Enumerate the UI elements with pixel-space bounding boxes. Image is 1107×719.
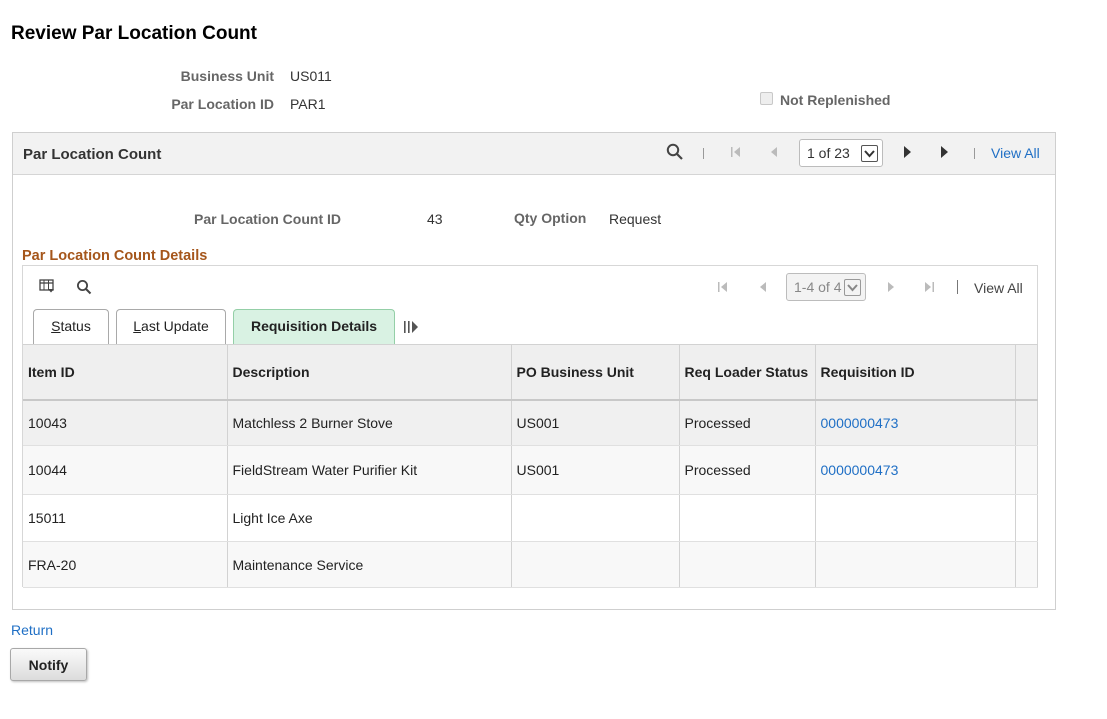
po-business-unit-cell: [511, 494, 680, 542]
chevron-down-icon[interactable]: [861, 145, 878, 162]
requisition-id-cell: 0000000473: [815, 399, 1016, 446]
table-header-row: Item ID Description PO Business Unit Req…: [23, 344, 1038, 401]
req-loader-status-cell: Processed: [679, 399, 816, 446]
business-unit-value: US011: [290, 68, 332, 84]
details-grid: 1-4 of 4 View All Status Last Update Req…: [22, 265, 1038, 588]
details-view-all-link[interactable]: View All: [974, 280, 1023, 296]
column-header-po-business-unit[interactable]: PO Business Unit: [511, 344, 680, 401]
par-location-count-header: Par Location Count 1 of 23 View All: [13, 133, 1055, 175]
requisition-id-cell: 0000000473: [815, 445, 1016, 495]
item-id-cell: FRA-20: [23, 541, 228, 588]
requisition-id-link[interactable]: 0000000473: [821, 415, 899, 431]
not-replenished-label: Not Replenished: [780, 92, 891, 108]
item-id-cell: 15011: [23, 494, 228, 542]
next-page-icon: [885, 280, 897, 297]
tab-last-update[interactable]: Last Update: [116, 309, 226, 344]
par-location-id-label: Par Location ID: [171, 96, 274, 112]
spacer-cell: [1015, 494, 1038, 542]
column-header-requisition-id[interactable]: Requisition ID: [815, 344, 1016, 401]
details-section-title: Par Location Count Details: [22, 248, 208, 264]
req-loader-status-cell: [679, 541, 816, 588]
item-id-cell: 10043: [23, 399, 228, 446]
first-page-icon: [729, 145, 743, 162]
first-page-icon: [716, 280, 730, 297]
column-header-req-loader-status[interactable]: Req Loader Status: [679, 344, 816, 401]
tab-last-update-label: ast Update: [141, 318, 209, 334]
requisition-id-cell: [815, 541, 1016, 588]
qty-option-value: Request: [609, 211, 662, 227]
chevron-down-icon: [844, 279, 861, 296]
page-selector[interactable]: 1 of 23: [799, 139, 883, 167]
separator: [703, 148, 704, 159]
po-business-unit-cell: US001: [511, 445, 680, 495]
spacer-cell: [1015, 445, 1038, 495]
previous-page-icon: [757, 280, 769, 297]
not-replenished-checkbox[interactable]: [760, 92, 773, 105]
requisition-id-link[interactable]: 0000000473: [821, 462, 899, 478]
business-unit-label: Business Unit: [180, 68, 274, 84]
last-page-icon: [922, 280, 936, 297]
search-icon[interactable]: [76, 279, 92, 298]
column-header-description[interactable]: Description: [227, 344, 512, 401]
column-header-spacer: [1015, 344, 1038, 401]
qty-option-label: Qty Option: [514, 210, 587, 226]
page-title: Review Par Location Count: [11, 23, 257, 44]
spacer-cell: [1015, 399, 1038, 446]
par-location-count-box: Par Location Count 1 of 23 View All Par …: [12, 132, 1056, 610]
requisition-id-cell: [815, 494, 1016, 542]
po-business-unit-cell: US001: [511, 399, 680, 446]
tab-status-label: tatus: [60, 318, 91, 334]
notify-button[interactable]: Notify: [10, 648, 87, 681]
par-location-count-title: Par Location Count: [23, 146, 162, 163]
search-icon[interactable]: [666, 143, 684, 164]
description-cell: Matchless 2 Burner Stove: [227, 399, 512, 446]
spacer-cell: [1015, 541, 1038, 588]
tab-last-update-mnemonic: L: [133, 318, 142, 334]
table-row: 15011 Light Ice Axe: [23, 494, 1038, 542]
next-page-icon[interactable]: [901, 145, 913, 162]
separator: [957, 280, 958, 294]
view-all-link[interactable]: View All: [991, 145, 1040, 161]
po-business-unit-cell: [511, 541, 680, 588]
count-id-value: 43: [427, 211, 443, 227]
previous-page-icon: [768, 145, 780, 162]
count-id-label: Par Location Count ID: [194, 211, 341, 227]
req-loader-status-cell: Processed: [679, 445, 816, 495]
details-table: Item ID Description PO Business Unit Req…: [23, 344, 1038, 588]
details-page-selector-value: 1-4 of 4: [794, 279, 842, 295]
page-selector-value: 1 of 23: [807, 145, 850, 161]
req-loader-status-cell: [679, 494, 816, 542]
description-cell: Light Ice Axe: [227, 494, 512, 542]
par-location-id-value: PAR1: [290, 96, 326, 112]
show-all-columns-icon[interactable]: [403, 320, 419, 337]
last-page-icon[interactable]: [938, 145, 950, 162]
tab-requisition-details[interactable]: Requisition Details: [233, 309, 395, 344]
column-header-item-id[interactable]: Item ID: [23, 344, 228, 401]
return-link[interactable]: Return: [11, 622, 53, 638]
item-id-cell: 10044: [23, 445, 228, 495]
table-row: 10043 Matchless 2 Burner Stove US001 Pro…: [23, 399, 1038, 446]
tab-requisition-details-label: Requisition Details: [250, 318, 378, 334]
table-row: FRA-20 Maintenance Service: [23, 541, 1038, 588]
tab-status[interactable]: Status: [33, 309, 109, 344]
table-row: 10044 FieldStream Water Purifier Kit US0…: [23, 445, 1038, 495]
separator: [974, 148, 975, 159]
description-cell: FieldStream Water Purifier Kit: [227, 445, 512, 495]
description-cell: Maintenance Service: [227, 541, 512, 588]
grid-personalize-icon[interactable]: [39, 279, 55, 296]
details-page-selector: 1-4 of 4: [786, 273, 866, 301]
